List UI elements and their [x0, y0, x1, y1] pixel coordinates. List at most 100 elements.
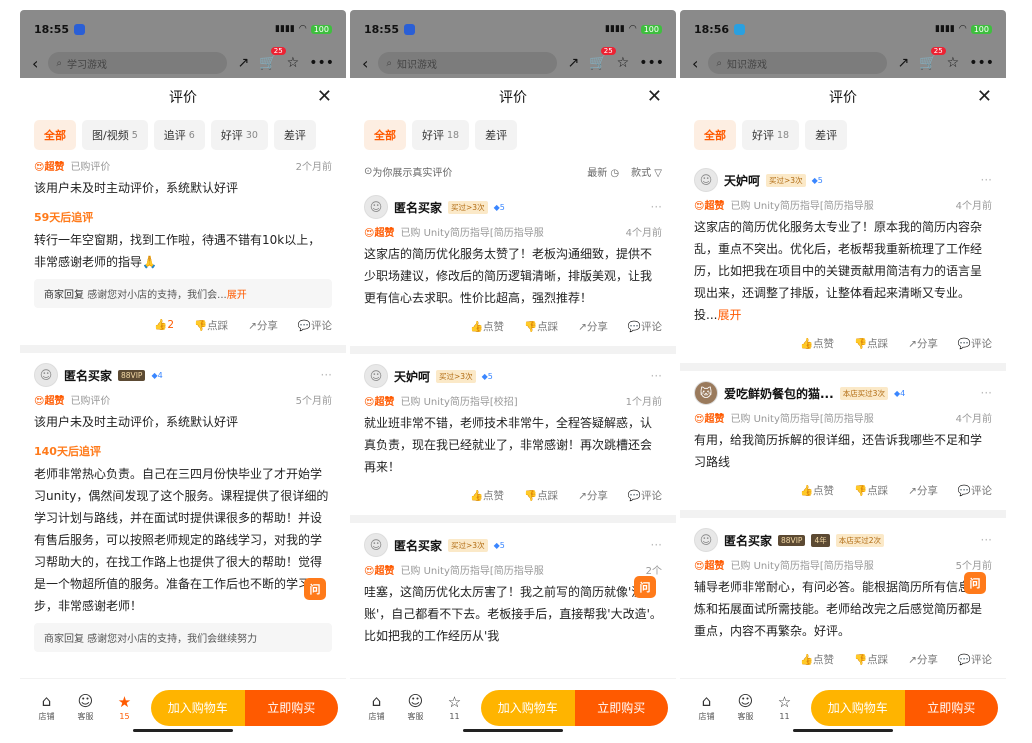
review-list[interactable]: ⊙ 为你展示真实评价 最新 ◷ 款式 ▽ ☺ 匿名买家 买过>3次 ◆5 ··· 😍…: [350, 158, 676, 682]
cart-icon[interactable]: 🛒 25: [919, 47, 946, 71]
cart-icon[interactable]: 🛒 25: [589, 47, 616, 71]
comment-button[interactable]: 💬评论: [958, 336, 992, 351]
merchant-reply[interactable]: 商家回复 感谢您对小店的支持，我们会...展开: [34, 279, 332, 308]
super-tag: 😍超赞: [364, 566, 395, 577]
service-icon: ☺: [407, 692, 424, 710]
share-icon[interactable]: ↗: [237, 55, 249, 71]
share-button[interactable]: ↗分享: [908, 652, 938, 667]
comment-button[interactable]: 💬评论: [298, 318, 332, 333]
shop-button[interactable]: ⌂ 店铺: [28, 693, 65, 722]
tab-all[interactable]: 全部: [694, 120, 736, 150]
ask-button[interactable]: 问: [304, 578, 326, 600]
favorite-icon[interactable]: ☆: [287, 55, 300, 71]
add-to-cart-button[interactable]: 加入购物车: [481, 689, 575, 726]
search-bar[interactable]: ⌕ 知识游戏: [708, 52, 888, 74]
filter-style[interactable]: 款式 ▽: [631, 164, 662, 179]
dislike-button[interactable]: 👎点踩: [524, 488, 558, 503]
shop-button[interactable]: ⌂ 店铺: [358, 693, 395, 722]
share-button[interactable]: ↗分享: [578, 488, 608, 503]
tab-followup[interactable]: 追评 6: [153, 120, 205, 150]
review-list[interactable]: 😍超赞 已购评价 2个月前 该用户未及时主动评价，系统默认好评 59天后追评 转行一…: [20, 158, 346, 682]
favorite-icon[interactable]: ☆: [617, 55, 630, 71]
dislike-button[interactable]: 👎点踩: [854, 483, 888, 498]
back-arrow-icon[interactable]: ‹: [692, 54, 698, 73]
more-icon[interactable]: •••: [639, 55, 664, 71]
share-button[interactable]: ↗分享: [578, 319, 608, 334]
favorite-button[interactable]: ☆ 11: [766, 694, 803, 721]
ask-button[interactable]: 问: [964, 572, 986, 594]
review-actions: 👍点赞 👎点踩 ↗分享 💬评论: [694, 473, 992, 510]
service-button[interactable]: ☺ 客服: [727, 693, 764, 722]
more-icon[interactable]: ···: [651, 369, 662, 383]
tab-negative[interactable]: 差评: [273, 120, 316, 150]
service-button[interactable]: ☺ 客服: [67, 693, 104, 722]
expand-link[interactable]: 展开: [717, 308, 741, 322]
favorite-button[interactable]: ★ 15: [106, 694, 143, 721]
share-button[interactable]: ↗分享: [908, 483, 938, 498]
tab-negative[interactable]: 差评: [475, 120, 518, 150]
favorite-icon[interactable]: ☆: [947, 55, 960, 71]
sort-latest[interactable]: 最新 ◷: [587, 164, 619, 179]
cart-badge: 25: [600, 47, 616, 55]
buy-now-button[interactable]: 立即购买: [904, 689, 998, 726]
tab-all[interactable]: 全部: [34, 120, 76, 150]
like-button[interactable]: 👍点赞: [470, 319, 504, 334]
like-button[interactable]: 👍点赞: [800, 336, 834, 351]
close-icon[interactable]: ✕: [317, 86, 332, 107]
cart-icon[interactable]: 🛒 25: [259, 47, 286, 71]
like-button[interactable]: 👍2: [154, 318, 174, 333]
more-icon[interactable]: •••: [309, 55, 334, 71]
comment-button[interactable]: 💬评论: [958, 483, 992, 498]
like-button[interactable]: 👍点赞: [800, 652, 834, 667]
close-icon[interactable]: ✕: [977, 86, 992, 107]
add-to-cart-button[interactable]: 加入购物车: [151, 689, 245, 726]
more-icon[interactable]: ···: [981, 533, 992, 547]
merchant-reply[interactable]: 商家回复 感谢您对小店的支持，我们会继续努力: [34, 623, 332, 652]
dislike-button[interactable]: 👎点踩: [194, 318, 228, 333]
back-arrow-icon[interactable]: ‹: [362, 54, 368, 73]
tab-media[interactable]: 图/视频 5: [82, 120, 148, 150]
share-icon[interactable]: ↗: [567, 55, 579, 71]
top-nav: ‹ ⌕ 学习游戏 ↗ 🛒 25 ☆ •••: [20, 47, 346, 78]
like-button[interactable]: 👍点赞: [800, 483, 834, 498]
service-button[interactable]: ☺ 客服: [397, 693, 434, 722]
dislike-button[interactable]: 👎点踩: [854, 336, 888, 351]
tab-positive[interactable]: 好评 18: [742, 120, 800, 150]
favorite-button[interactable]: ☆ 11: [436, 694, 473, 721]
share-button[interactable]: ↗分享: [908, 336, 938, 351]
search-placeholder: 知识游戏: [397, 59, 438, 71]
like-button[interactable]: 👍点赞: [470, 488, 504, 503]
tab-negative[interactable]: 差评: [805, 120, 848, 150]
ask-button[interactable]: 问: [634, 576, 656, 598]
more-icon[interactable]: •••: [969, 55, 994, 71]
expand-link[interactable]: 展开: [227, 290, 247, 301]
buy-now-button[interactable]: 立即购买: [244, 689, 338, 726]
tab-all[interactable]: 全部: [364, 120, 406, 150]
more-icon[interactable]: ···: [981, 173, 992, 187]
more-icon[interactable]: ···: [651, 538, 662, 552]
bought-label: 已购 Unity简历指导[简历指导服: [400, 228, 544, 239]
comment-button[interactable]: 💬评论: [628, 319, 662, 334]
share-icon[interactable]: ↗: [897, 55, 909, 71]
comment-button[interactable]: 💬评论: [958, 652, 992, 667]
back-arrow-icon[interactable]: ‹: [32, 54, 38, 73]
reply-text: 感谢您对小店的支持，我们会...: [87, 290, 227, 301]
super-tag: 😍超赞: [694, 414, 725, 425]
search-icon: ⌕: [716, 57, 723, 69]
dislike-button[interactable]: 👎点踩: [524, 319, 558, 334]
more-icon[interactable]: ···: [981, 386, 992, 400]
search-bar[interactable]: ⌕ 学习游戏: [48, 52, 228, 74]
share-button[interactable]: ↗分享: [248, 318, 278, 333]
add-to-cart-button[interactable]: 加入购物车: [811, 689, 905, 726]
close-icon[interactable]: ✕: [647, 86, 662, 107]
shop-button[interactable]: ⌂ 店铺: [688, 693, 725, 722]
more-icon[interactable]: ···: [651, 200, 662, 214]
tab-positive[interactable]: 好评 30: [210, 120, 268, 150]
comment-button[interactable]: 💬评论: [628, 488, 662, 503]
dislike-button[interactable]: 👎点踩: [854, 652, 888, 667]
tab-positive[interactable]: 好评 18: [412, 120, 470, 150]
review-list[interactable]: ☺ 天妒呵 买过>3次 ◆5 ··· 😍超赞 已购 Unity简历指导[简历指导服…: [680, 158, 1006, 682]
more-icon[interactable]: ···: [321, 368, 332, 382]
search-bar[interactable]: ⌕ 知识游戏: [378, 52, 558, 74]
buy-now-button[interactable]: 立即购买: [574, 689, 668, 726]
